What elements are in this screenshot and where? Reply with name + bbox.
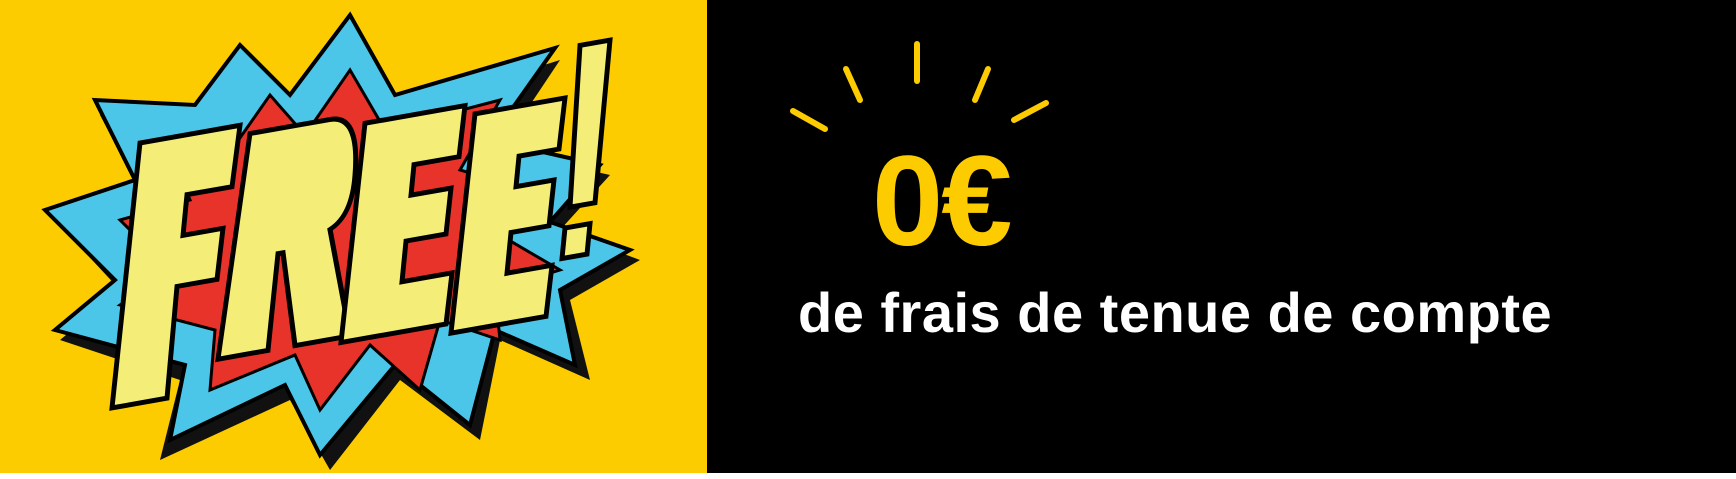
price-amount: 0€ xyxy=(872,130,1012,273)
banner: 0€ de frais de tenue de compte xyxy=(0,0,1736,479)
free-burst-logo xyxy=(41,11,640,470)
subtitle: de frais de tenue de compte xyxy=(798,281,1553,344)
sparkle-rays-icon xyxy=(790,41,1049,132)
yellow-panel xyxy=(0,0,707,473)
